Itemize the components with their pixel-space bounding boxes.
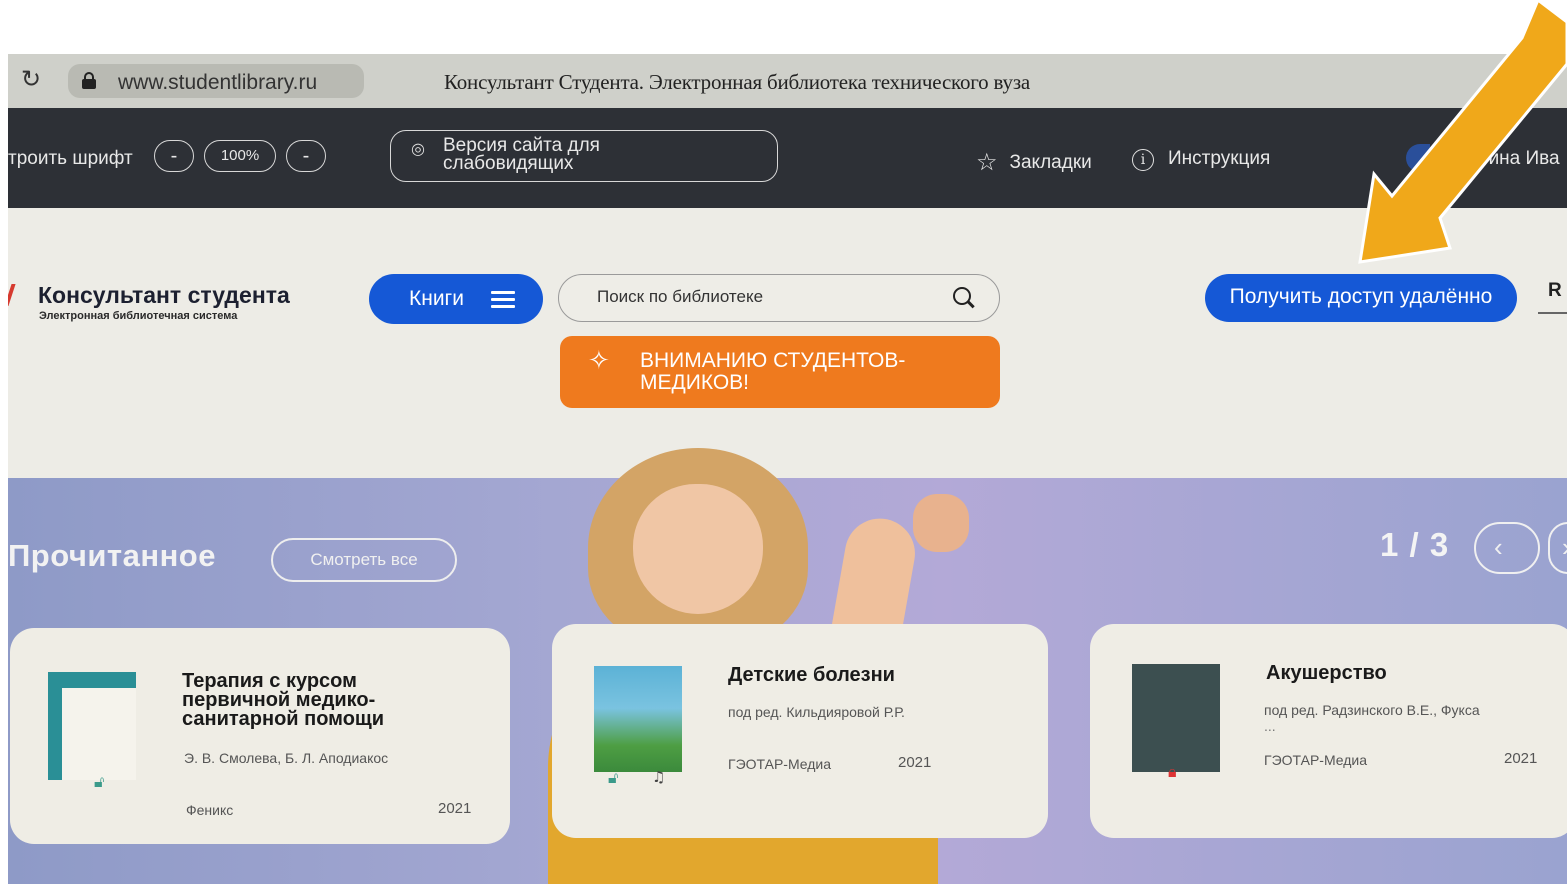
book-year: 2021 (438, 800, 472, 817)
logo-title[interactable]: Консультант студента (38, 282, 290, 309)
book-publisher: Феникс (186, 802, 234, 818)
low-vision-label: Версия сайта для слабовидящих (443, 135, 600, 174)
instructions-link[interactable]: i Инструкция (1132, 148, 1270, 171)
logo-subtitle: Электронная библиотечная система (39, 310, 238, 322)
main-header: Консультант студента Электронная библиот… (8, 208, 1567, 478)
browser-page-title: Консультант Студента. Электронная библио… (444, 70, 1031, 94)
chevron-right-icon[interactable]: › (1548, 522, 1567, 574)
book-cover[interactable] (48, 672, 136, 780)
font-zoom-value: 100% (204, 140, 276, 172)
book-authors: Э. В. Смолева, Б. Л. Аподиакос (184, 750, 389, 766)
instructions-label: Инструкция (1168, 148, 1271, 169)
book-title[interactable]: Акушерство (1266, 663, 1546, 683)
address-bar[interactable]: www.studentlibrary.ru (68, 64, 364, 98)
book-authors: под ред. Радзинского В.Е., Фукса (1264, 702, 1480, 718)
books-menu-button[interactable]: Книги (369, 274, 543, 324)
avatar[interactable] (1406, 144, 1430, 172)
bookmarks-label: Закладки (1009, 152, 1092, 173)
reload-icon[interactable]: ↻ (18, 66, 44, 92)
view-all-button[interactable]: Смотреть все (271, 538, 457, 582)
book-card[interactable]: 🔓︎ Терапия с курсом первичной медико-сан… (10, 628, 510, 844)
menu-icon (491, 291, 515, 308)
book-card[interactable]: 🔒︎ Акушерство под ред. Радзинского В.Е.,… (1090, 624, 1567, 838)
lock-small-icon: 🔓︎ (608, 768, 619, 787)
eye-icon: ◎ (411, 139, 425, 158)
bookmarks-link[interactable]: ☆ Закладки (976, 148, 1092, 176)
language-underline (1538, 312, 1567, 314)
book-card[interactable]: 🔓︎ ♫ Детские болезни под ред. Кильдияров… (552, 624, 1048, 838)
book-authors: под ред. Кильдияровой Р.Р. (728, 704, 905, 720)
book-publisher: ГЭОТАР-Медиа (1264, 752, 1368, 768)
search-box (558, 274, 1000, 322)
notice-label: ВНИМАНИЮ СТУДЕНТОВ-МЕДИКОВ! (640, 349, 906, 394)
url-text: www.studentlibrary.ru (118, 71, 318, 94)
font-decrease-button[interactable]: - (154, 140, 194, 172)
book-authors-more: ... (1264, 718, 1276, 734)
logo-mark (8, 284, 16, 306)
recent-title: Прочитанное (8, 538, 216, 573)
search-input[interactable] (597, 287, 937, 307)
low-vision-button[interactable]: ◎ Версия сайта для слабовидящих (390, 130, 778, 182)
search-icon[interactable] (953, 287, 975, 309)
lock-small-icon: 🔓︎ (94, 772, 105, 791)
sparkle-icon: ✧ (588, 346, 610, 376)
books-button-label: Книги (409, 287, 464, 310)
font-settings-label: троить шрифт (8, 148, 133, 169)
book-year: 2021 (1504, 750, 1538, 767)
lock-icon (82, 72, 96, 89)
accessibility-bar: троить шрифт - 100% - ◎ Версия сайта для… (8, 108, 1567, 208)
audio-icon: ♫ (652, 768, 666, 786)
book-cover[interactable] (1132, 664, 1220, 772)
language-switch[interactable]: R (1548, 280, 1562, 302)
book-publisher: ГЭОТАР-Медиа (728, 756, 832, 772)
remote-access-button[interactable]: Получить доступ удалённо (1205, 274, 1517, 322)
book-cover[interactable] (594, 666, 682, 772)
pager-indicator: 1 / 3 (1380, 526, 1450, 563)
lock-small-icon: 🔒︎ (1168, 762, 1177, 781)
book-title[interactable]: Детские болезни (728, 665, 1008, 685)
book-title[interactable]: Терапия с курсом первичной медико-санита… (182, 671, 432, 729)
medical-students-notice-button[interactable]: ✧ ВНИМАНИЮ СТУДЕНТОВ-МЕДИКОВ! (560, 336, 1000, 408)
font-increase-button[interactable]: - (286, 140, 326, 172)
chevron-left-icon[interactable]: ‹ (1474, 522, 1540, 574)
browser-bar: ↻ www.studentlibrary.ru Консультант Студ… (8, 54, 1567, 108)
star-icon: ☆ (976, 148, 998, 176)
book-year: 2021 (898, 754, 932, 771)
user-name[interactable]: рина Ива (1478, 148, 1560, 170)
screen: ↻ www.studentlibrary.ru Консультант Студ… (8, 54, 1567, 884)
info-icon: i (1132, 149, 1154, 171)
recent-banner: Прочитанное Смотреть все 1 / 3 ‹ › 🔓︎ Те… (8, 448, 1567, 884)
